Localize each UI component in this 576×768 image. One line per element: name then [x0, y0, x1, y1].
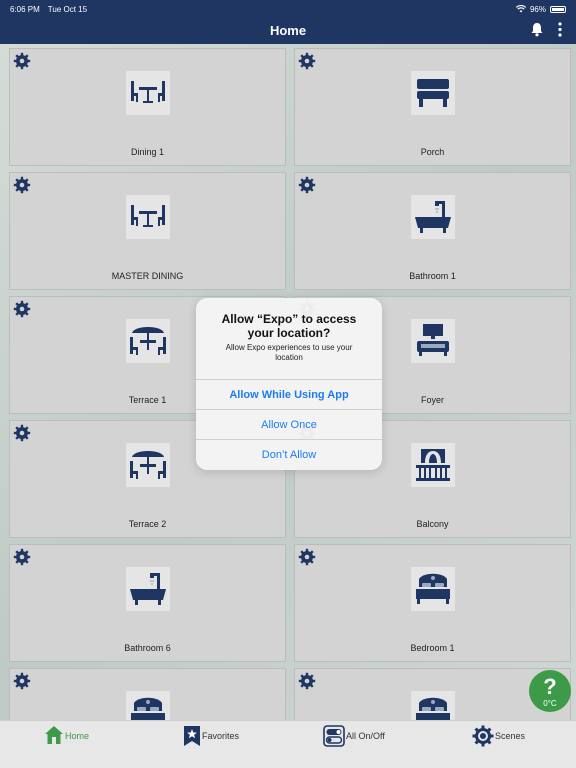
tab-home[interactable]: Home — [44, 725, 89, 755]
room-label: Bedroom 1 — [410, 643, 455, 653]
room-label: Dining 1 — [130, 147, 165, 157]
gear-icon[interactable] — [13, 300, 31, 318]
tab-all-on-off-label: All On/Off — [346, 731, 385, 741]
gear-icon[interactable] — [13, 672, 31, 690]
page-title: Home — [269, 23, 307, 38]
patio-umbrella-icon — [125, 443, 170, 487]
balcony-icon — [410, 443, 455, 487]
more-vertical-icon[interactable] — [558, 22, 562, 37]
dialog-message: Allow Expo experiences to use your locat… — [225, 343, 353, 362]
room-tile[interactable]: Dining 1 — [9, 48, 286, 166]
room-label: Porch — [420, 147, 445, 157]
toggle-switch-icon — [323, 725, 345, 747]
battery-percent: 96% — [529, 4, 546, 14]
gear-icon[interactable] — [13, 52, 31, 70]
status-time: 6:06 PM — [10, 4, 40, 14]
bathtub-icon — [125, 567, 170, 611]
tab-scenes-label: Scenes — [495, 731, 526, 741]
star-bookmark-icon — [184, 726, 200, 746]
room-label: MASTER DINING — [111, 271, 184, 281]
room-label: Balcony — [416, 519, 449, 529]
tab-favorites[interactable]: Favorites — [183, 725, 239, 755]
room-tile[interactable]: Bedroom 1 — [294, 544, 571, 662]
bed-icon — [125, 691, 170, 720]
help-button[interactable]: ? 0°C — [529, 670, 571, 712]
patio-umbrella-icon — [125, 319, 170, 363]
gear-icon[interactable] — [13, 424, 31, 442]
room-tile[interactable]: Porch — [294, 48, 571, 166]
dont-allow-button[interactable]: Don’t Allow — [196, 439, 382, 469]
gear-icon[interactable] — [298, 52, 316, 70]
tab-home-label: Home — [65, 731, 90, 741]
gear-icon[interactable] — [298, 672, 316, 690]
room-label: Bathroom 1 — [409, 271, 456, 281]
wifi-icon — [515, 5, 526, 13]
room-tile[interactable]: MASTER DINING — [9, 172, 286, 290]
bathtub-icon — [410, 195, 455, 239]
room-tile[interactable] — [9, 668, 286, 720]
bed-icon — [410, 567, 455, 611]
bed-icon — [410, 691, 455, 720]
status-bar: 6:06 PM Tue Oct 15 96% — [0, 0, 576, 18]
tab-favorites-label: Favorites — [202, 731, 240, 741]
tv-sofa-icon — [410, 319, 455, 363]
temperature-readout: 0°C — [543, 699, 557, 708]
tab-bar: Home Favorites All On/Off Scenes — [0, 720, 576, 768]
help-symbol: ? — [543, 674, 557, 699]
status-date: Tue Oct 15 — [47, 4, 88, 14]
room-tile[interactable]: Bathroom 1 — [294, 172, 571, 290]
location-permission-dialog: Allow “Expo” to access your location? Al… — [196, 298, 382, 470]
tab-scenes[interactable]: Scenes — [472, 725, 525, 755]
tab-all-on-off[interactable]: All On/Off — [323, 725, 385, 755]
bell-icon[interactable] — [530, 22, 544, 37]
gear-icon[interactable] — [298, 548, 316, 566]
house-icon — [45, 726, 63, 744]
gear-icon[interactable] — [13, 548, 31, 566]
allow-once-button[interactable]: Allow Once — [196, 409, 382, 439]
battery-icon — [550, 5, 566, 13]
nav-bar: Home — [0, 18, 576, 44]
allow-while-using-button[interactable]: Allow While Using App — [196, 379, 382, 409]
dining-table-icon — [125, 71, 170, 115]
bench-icon — [410, 71, 455, 115]
app-screen: 6:06 PM Tue Oct 15 96% Home Dining 1 Por… — [0, 0, 576, 768]
room-tile[interactable]: Bathroom 6 — [9, 544, 286, 662]
dialog-title: Allow “Expo” to access your location? — [221, 312, 357, 340]
dining-table-icon — [125, 195, 170, 239]
room-label: Terrace 2 — [128, 519, 167, 529]
gear-icon[interactable] — [298, 176, 316, 194]
room-label: Bathroom 6 — [124, 643, 171, 653]
gear-icon[interactable] — [13, 176, 31, 194]
scenes-gear-icon — [472, 725, 494, 747]
